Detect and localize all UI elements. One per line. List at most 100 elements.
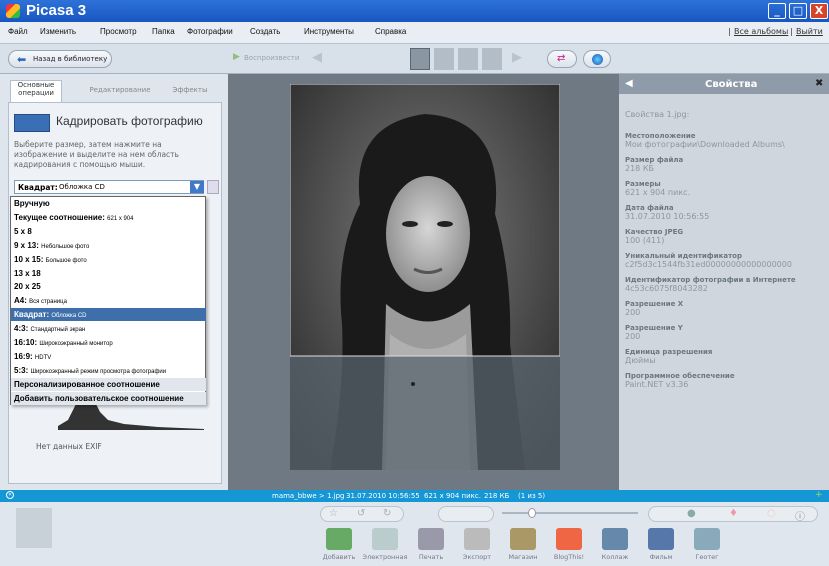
option-label: Добавить пользовательское соотношение bbox=[14, 393, 184, 403]
action-button[interactable]: Печать bbox=[408, 528, 454, 566]
tab-basic-fixes[interactable]: Основные операции bbox=[10, 80, 62, 102]
property-item: Размеры 621 x 904 пикс. bbox=[625, 180, 825, 197]
maximize-button[interactable]: □ bbox=[789, 3, 807, 19]
dropdown-option[interactable]: 5:3: Широкоэкранный режим просмотра фото… bbox=[11, 364, 206, 377]
toolbar: ⬅ Назад в библиотеку ▶ Воспроизвести ◀ ▶… bbox=[0, 44, 829, 74]
property-value: c2f5d3c1544fb31ed00000000000000000 bbox=[625, 260, 792, 269]
option-label: 4:3: bbox=[14, 324, 29, 334]
info-icon[interactable]: ⓘ bbox=[795, 508, 805, 523]
action-icon bbox=[648, 528, 674, 550]
minimize-button[interactable]: _ bbox=[768, 3, 786, 19]
dropdown-option[interactable]: 16:9: HDTV bbox=[11, 350, 206, 363]
exit-link[interactable]: Выйти bbox=[796, 27, 823, 36]
back-to-library-button[interactable]: ⬅ Назад в библиотеку bbox=[8, 50, 112, 68]
tag-icon[interactable]: ○ bbox=[767, 508, 776, 519]
menu-photos[interactable]: Фотографии bbox=[187, 27, 233, 36]
dropdown-option[interactable]: 9 x 13: Небольшое фото bbox=[11, 239, 206, 252]
collapse-icon[interactable]: ◀ bbox=[625, 78, 633, 89]
status-expand-icon[interactable]: « bbox=[6, 491, 14, 499]
menu-tools[interactable]: Инструменты bbox=[304, 27, 354, 36]
share-button[interactable]: ⇄ bbox=[547, 50, 577, 68]
people-places-tags[interactable]: ● ♦ ○ ⓘ bbox=[648, 506, 818, 523]
action-icon bbox=[464, 528, 490, 550]
person-icon[interactable]: ● bbox=[687, 508, 696, 519]
property-item: Уникальный идентификатор c2f5d3c1544fb31e… bbox=[625, 252, 825, 269]
action-button[interactable]: Фильм bbox=[638, 528, 684, 566]
action-icon bbox=[602, 528, 628, 550]
status-index: (1 из 5) bbox=[518, 492, 546, 500]
close-icon[interactable]: ✖ bbox=[815, 78, 823, 89]
action-button[interactable]: Коллаж bbox=[592, 528, 638, 566]
menu-view[interactable]: Просмотр bbox=[100, 27, 137, 36]
property-value: Мои фотографии\Downloaded Albums\ bbox=[625, 140, 785, 149]
view-toggle[interactable] bbox=[438, 506, 494, 522]
web-album-button[interactable] bbox=[583, 50, 611, 68]
option-label: 5 x 8 bbox=[14, 226, 32, 236]
action-icon bbox=[556, 528, 582, 550]
slider-thumb[interactable] bbox=[528, 508, 536, 518]
dropdown-option[interactable]: Вручную bbox=[11, 197, 206, 210]
action-button[interactable]: Экспорт bbox=[454, 528, 500, 566]
dropdown-option[interactable]: 20 x 25 bbox=[11, 280, 206, 293]
property-label: Программное обеспечение bbox=[625, 372, 735, 380]
action-button[interactable]: BlogThis! bbox=[546, 528, 592, 566]
dropdown-option[interactable]: 4:3: Стандартный экран bbox=[11, 322, 206, 335]
option-description: 621 x 904 bbox=[107, 215, 134, 222]
action-label: Коллаж bbox=[601, 553, 629, 561]
prev-arrow-icon[interactable]: ◀ bbox=[312, 50, 322, 65]
rotate-left-icon[interactable]: ↺ bbox=[357, 508, 365, 519]
option-label: 5:3: bbox=[14, 365, 29, 375]
dropdown-option[interactable]: 10 x 15: Большое фото bbox=[11, 253, 206, 266]
action-button[interactable]: Магазин bbox=[500, 528, 546, 566]
chevron-down-icon[interactable]: ▼ bbox=[190, 181, 204, 193]
status-filename: mama_bbwe > 1.jpg bbox=[272, 492, 345, 500]
dropdown-option[interactable]: Персонализированное соотношение bbox=[11, 377, 206, 391]
property-label: Разрешение Y bbox=[625, 324, 683, 332]
dropdown-option[interactable]: A4: Вся страница bbox=[11, 294, 206, 307]
action-button[interactable]: Добавить bbox=[316, 528, 362, 566]
picasa-logo-icon bbox=[6, 4, 20, 18]
property-item: Единица разрешения Дюймы bbox=[625, 348, 825, 365]
status-add-icon[interactable]: + bbox=[815, 490, 823, 500]
play-label[interactable]: Воспроизвести bbox=[244, 54, 299, 62]
star-icon[interactable]: ☆ bbox=[329, 508, 338, 519]
dropdown-option[interactable]: 13 x 18 bbox=[11, 267, 206, 280]
dropdown-option[interactable]: Текущее соотношение: 621 x 904 bbox=[11, 211, 206, 224]
thumbnail-strip bbox=[410, 48, 504, 70]
slider-track bbox=[502, 512, 638, 514]
action-button[interactable]: Электронная bbox=[362, 528, 408, 566]
aspect-ratio-select[interactable]: Квадрат: Обложка CD ▼ bbox=[14, 180, 204, 194]
dropdown-option[interactable]: Добавить пользовательское соотношение bbox=[11, 391, 206, 405]
all-albums-link[interactable]: Все альбомы bbox=[734, 27, 788, 36]
location-pin-icon[interactable]: ♦ bbox=[729, 508, 738, 519]
zoom-slider[interactable] bbox=[502, 508, 638, 518]
thumbnail-item[interactable] bbox=[410, 48, 430, 70]
property-value: 218 КБ bbox=[625, 164, 654, 173]
menu-edit[interactable]: Изменить bbox=[40, 27, 76, 36]
thumbnail-item[interactable] bbox=[458, 48, 478, 70]
close-button[interactable]: X bbox=[810, 3, 828, 19]
menu-create[interactable]: Создать bbox=[250, 27, 280, 36]
thumbnail-item[interactable] bbox=[434, 48, 454, 70]
thumbnail-item[interactable] bbox=[482, 48, 502, 70]
menu-folder[interactable]: Папка bbox=[152, 27, 175, 36]
rotate-buttons[interactable]: ☆ ↺ ↻ bbox=[320, 506, 404, 522]
dropdown-option[interactable]: Квадрат: Обложка CD bbox=[11, 308, 206, 322]
play-icon[interactable]: ▶ bbox=[233, 52, 240, 62]
portrait-photo[interactable] bbox=[289, 83, 561, 470]
menu-bar: Файл Изменить Просмотр Папка Фотографии … bbox=[0, 22, 829, 44]
rotate-right-icon[interactable]: ↻ bbox=[383, 508, 391, 519]
status-date: 31.07.2010 10:56:55 bbox=[346, 492, 420, 500]
crop-reset-icon[interactable] bbox=[207, 180, 219, 194]
next-arrow-icon[interactable]: ▶ bbox=[512, 50, 522, 65]
exif-info: Нет данных EXIF bbox=[36, 442, 102, 451]
option-label: 13 x 18 bbox=[14, 268, 41, 278]
dropdown-option[interactable]: 5 x 8 bbox=[11, 225, 206, 238]
action-label: Экспорт bbox=[462, 553, 492, 561]
action-button[interactable]: Геотег bbox=[684, 528, 730, 566]
menu-help[interactable]: Справка bbox=[375, 27, 406, 36]
action-label: Электронная bbox=[362, 553, 408, 561]
menu-file[interactable]: Файл bbox=[8, 27, 28, 36]
tray-thumbnail[interactable] bbox=[16, 508, 52, 548]
dropdown-option[interactable]: 16:10: Широкоэкранный монитор bbox=[11, 336, 206, 349]
